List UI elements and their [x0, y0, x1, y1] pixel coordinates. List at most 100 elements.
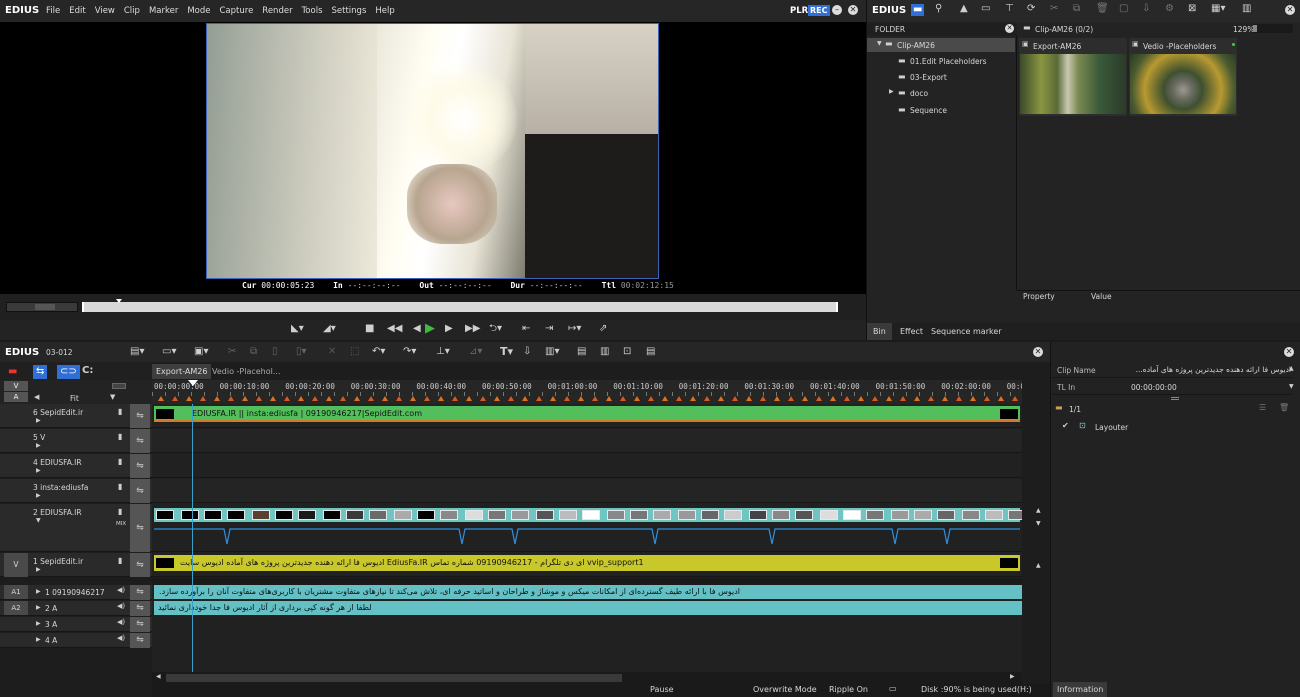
tree-item-sequence[interactable]: ▬ Sequence: [867, 103, 1015, 117]
jog-slider[interactable]: [6, 302, 78, 312]
info-scroll-up-icon[interactable]: ▲: [1289, 366, 1294, 372]
track-header-v2[interactable]: 2 EDIUSFA.IR ▼ ▮ MIX ⇋: [0, 504, 152, 552]
video-patch[interactable]: V: [4, 381, 28, 391]
menu-help[interactable]: Help: [375, 6, 394, 16]
horizontal-scrollbar[interactable]: ◀ ▶: [152, 672, 1022, 684]
bin-menu-icon[interactable]: ▥: [1242, 4, 1251, 14]
track-header-v1[interactable]: V 1 SepidEdit.ir ▶ ▮ ⇋: [0, 553, 152, 577]
sync-lock-icon[interactable]: ⇋: [130, 617, 150, 632]
sync-lock-icon[interactable]: ⇋: [130, 633, 150, 648]
scroll-up-icon[interactable]: ▲: [1036, 563, 1041, 569]
playhead-marker-icon[interactable]: [116, 299, 122, 303]
zoom-dropdown-icon[interactable]: ▼: [110, 394, 115, 401]
sync-lock-icon[interactable]: ⇋: [130, 601, 150, 616]
tree-item-edit-placeholders[interactable]: ▬ 01.Edit Placeholders: [867, 54, 1015, 68]
export-icon[interactable]: ⇗: [599, 324, 607, 334]
expand-icon[interactable]: ▶: [36, 621, 41, 627]
timeline-playhead[interactable]: [192, 404, 193, 685]
mix-toggle[interactable]: MIX: [116, 521, 126, 527]
sync-lock-icon[interactable]: ⇋: [130, 479, 150, 503]
speaker-icon[interactable]: ◀): [117, 635, 125, 642]
overwrite-icon[interactable]: ⇥: [545, 324, 553, 334]
sync-lock-icon[interactable]: ⇋: [130, 429, 150, 453]
insert-icon[interactable]: ⇤: [522, 324, 530, 334]
sync-lock-icon[interactable]: ⇋: [130, 504, 150, 552]
expand-icon[interactable]: ▶: [36, 493, 41, 499]
open-folder-icon[interactable]: ▭: [981, 4, 990, 14]
scroll-left-icon[interactable]: ◀: [156, 674, 161, 680]
record-sync-icon[interactable]: ▬: [8, 367, 17, 377]
cut-icon[interactable]: ✂: [228, 347, 236, 357]
paste-attr-icon[interactable]: ▯▾: [296, 347, 307, 357]
layer-delete-icon[interactable]: 🗑: [1279, 404, 1289, 412]
zoom-out-icon[interactable]: ◀: [34, 394, 39, 401]
clip-v1[interactable]: ادیوس فا ارائه دهنده جدیدترین پروژه های …: [154, 555, 1020, 571]
expand-icon[interactable]: ▶: [36, 418, 41, 424]
minimize-icon[interactable]: –: [832, 5, 842, 15]
scroll-thumb[interactable]: [166, 674, 622, 682]
track-header-a2[interactable]: A2 ▶ 2 A ◀) ⇋: [0, 601, 152, 616]
title-icon[interactable]: T▾: [500, 346, 513, 357]
rewind-icon[interactable]: ◀◀: [387, 324, 402, 334]
tab-vedio-placeholders[interactable]: Vedio -Placehol...: [212, 367, 280, 376]
copy-icon[interactable]: ⧉: [250, 347, 257, 357]
export-icon[interactable]: ▤: [646, 347, 655, 357]
sequence-icon[interactable]: ▤▾: [130, 347, 144, 357]
delete-icon[interactable]: ✕: [328, 347, 336, 357]
search-icon[interactable]: ⚲: [935, 4, 942, 14]
menu-settings[interactable]: Settings: [332, 6, 367, 16]
layer-item-layouter[interactable]: ✔ ⊡ Layouter: [1053, 420, 1291, 434]
bin-settings-icon[interactable]: ⊠: [1188, 4, 1196, 14]
tree-item-doco[interactable]: ▶ ▬ doco: [867, 86, 1015, 100]
clip-v6[interactable]: EDIUSFA.IR || insta:ediusfa | 0919094621…: [154, 406, 1020, 422]
track-header-v3[interactable]: 3 insta:ediusfa ▶ ▮ ⇋: [0, 479, 152, 503]
mark-out-icon[interactable]: ◢▾: [323, 324, 336, 334]
menu-view[interactable]: View: [95, 6, 115, 16]
clip-a1[interactable]: ادیوس فا با ارائه طیف گسترده‌ای از امکان…: [154, 585, 1022, 599]
link-icon[interactable]: ⊂⊃: [57, 365, 80, 379]
expand-icon[interactable]: ▶: [36, 443, 41, 449]
track-header-v5[interactable]: 5 V ▶ ▮ ⇋: [0, 429, 152, 453]
opacity-rubberband[interactable]: [154, 526, 1020, 548]
razor-icon[interactable]: ⊥▾: [436, 347, 450, 357]
menu-render[interactable]: Render: [262, 6, 292, 16]
expand-icon[interactable]: ▶: [36, 589, 41, 595]
zoom-slider[interactable]: [1253, 24, 1293, 33]
tab-effect[interactable]: Effect: [900, 327, 923, 336]
expand-icon[interactable]: ▼: [877, 41, 882, 47]
toggle-track-icon[interactable]: ▤: [577, 347, 586, 357]
undo-icon[interactable]: ↶▾: [372, 347, 385, 357]
layout-icon[interactable]: ⊡: [623, 347, 631, 357]
sync-lock-icon[interactable]: ⇋: [130, 585, 150, 600]
expand-icon[interactable]: ▶: [36, 567, 41, 573]
scroll-down-icon[interactable]: ▼: [1036, 521, 1041, 527]
folder-view-icon[interactable]: ▬: [911, 4, 925, 16]
video-mute-icon[interactable]: ▮: [118, 408, 122, 416]
show-in-player-icon[interactable]: ▢: [1119, 4, 1128, 14]
track-header-a1[interactable]: A1 ▶ 1 09190946217 ◀) ⇋: [0, 585, 152, 600]
up-folder-icon[interactable]: ▲: [960, 4, 968, 14]
rec-toggle[interactable]: REC: [808, 5, 830, 16]
speaker-icon[interactable]: ◀): [117, 587, 125, 594]
track-header-v4[interactable]: 4 EDIUSFA.IR ▶ ▮ ⇋: [0, 454, 152, 478]
info-close-icon[interactable]: ✕: [1284, 347, 1294, 357]
redo-icon[interactable]: ↷▾: [403, 347, 416, 357]
menu-clip[interactable]: Clip: [124, 6, 140, 16]
clip-v2[interactable]: [154, 508, 1022, 522]
info-scroll-down-icon[interactable]: ▼: [1289, 384, 1294, 390]
menu-capture[interactable]: Capture: [220, 6, 254, 16]
properties-icon[interactable]: ⚙: [1165, 4, 1174, 14]
track-patch[interactable]: A2: [4, 601, 28, 615]
clip-tile-export[interactable]: ▣ Export-AM26: [1019, 38, 1127, 116]
render-in-out-icon[interactable]: ▥▾: [545, 347, 559, 357]
track-header-v6[interactable]: 6 SepidEdit.ir ▶ ▮ ⇋: [0, 404, 152, 428]
collapse-icon[interactable]: ▼: [36, 518, 41, 524]
stop-icon[interactable]: ■: [365, 324, 374, 334]
menu-tools[interactable]: Tools: [302, 6, 323, 16]
checkbox-icon[interactable]: ✔: [1062, 422, 1069, 430]
video-mute-icon[interactable]: ▮: [118, 508, 122, 516]
plr-toggle[interactable]: PLR: [790, 6, 808, 16]
splitter-handle[interactable]: [1171, 397, 1179, 400]
clip-tile-vedio[interactable]: ▣ Vedio -Placeholders: [1129, 38, 1237, 116]
speaker-icon[interactable]: ◀): [117, 603, 125, 610]
